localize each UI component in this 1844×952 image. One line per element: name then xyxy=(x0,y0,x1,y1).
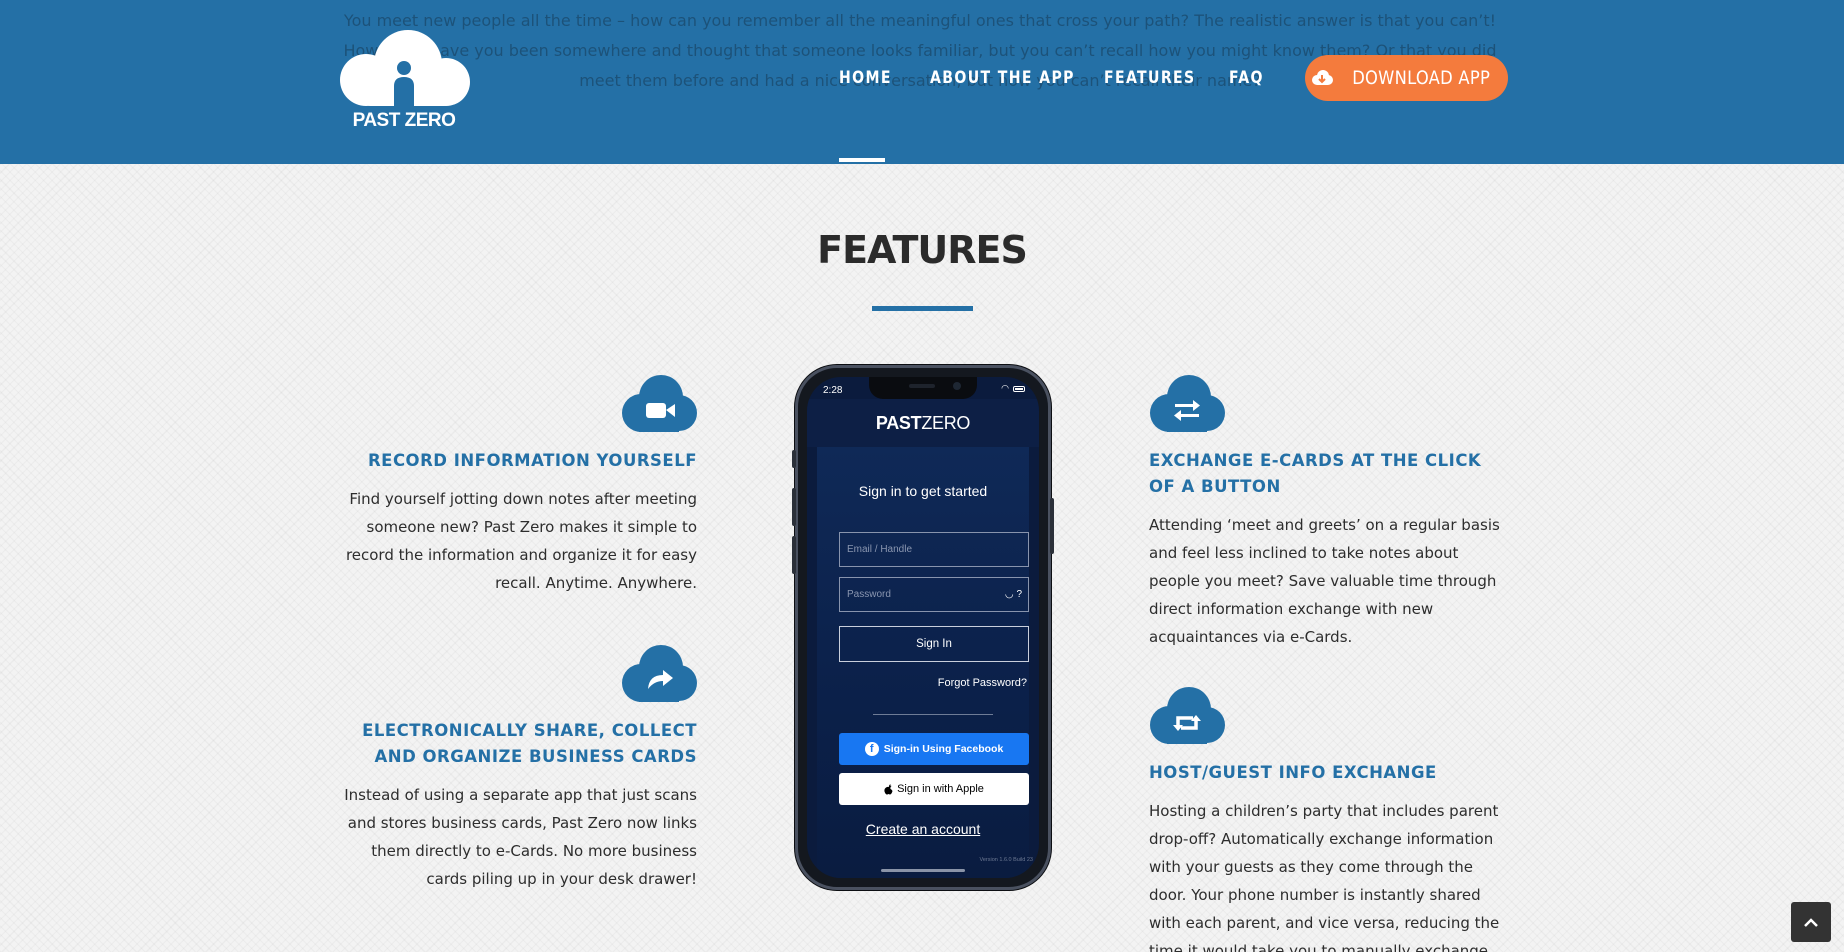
sign-in-button[interactable]: Sign In xyxy=(839,626,1029,662)
feature-description: Find yourself jotting down notes after m… xyxy=(345,490,697,592)
facebook-signin-button[interactable]: f Sign-in Using Facebook xyxy=(839,733,1029,765)
feature-host-guest-exchange: HOST/GUEST INFO EXCHANGE Hosting a child… xyxy=(1149,687,1504,952)
exchange-arrows-icon xyxy=(1149,375,1225,433)
facebook-signin-label: Sign-in Using Facebook xyxy=(883,743,1004,755)
app-header: PAST ZERO xyxy=(807,399,1039,447)
apple-signin-label: Sign in with Apple xyxy=(897,783,984,795)
section-title: FEATURES xyxy=(817,228,1028,272)
feature-description: Hosting a children’s party that includes… xyxy=(1149,802,1500,952)
phone-mute-switch xyxy=(792,450,796,468)
scroll-to-top-button[interactable] xyxy=(1791,902,1831,942)
password-placeholder: Password xyxy=(847,589,891,600)
download-app-label: DOWNLOAD APP xyxy=(1352,67,1491,89)
phone-volume-down xyxy=(792,536,796,574)
status-indicators: ◠ xyxy=(1001,384,1025,394)
app-body xyxy=(817,447,1029,878)
feature-title: RECORD INFORMATION YOURSELF xyxy=(367,451,697,470)
phone-notch xyxy=(869,377,977,399)
feature-title: EXCHANGE E-CARDS AT THE CLICK OF A BUTTO… xyxy=(1149,451,1482,496)
email-field[interactable]: Email / Handle xyxy=(839,532,1029,567)
site-logo[interactable]: PAST ZERO xyxy=(336,30,472,134)
app-name-light: ZERO xyxy=(921,412,971,433)
cloud-download-icon xyxy=(1312,70,1334,85)
feature-title: ELECTRONICALLY SHARE, COLLECT AND ORGANI… xyxy=(362,721,697,766)
chevron-up-icon xyxy=(1804,918,1818,927)
feature-description: Instead of using a separate app that jus… xyxy=(344,786,697,888)
feature-description: Attending ‘meet and greets’ on a regular… xyxy=(1149,516,1500,646)
phone-camera xyxy=(953,382,961,390)
divider xyxy=(873,714,993,715)
video-camera-icon xyxy=(621,375,697,433)
feature-exchange-ecards: EXCHANGE E-CARDS AT THE CLICK OF A BUTTO… xyxy=(1149,375,1504,651)
forgot-password-link[interactable]: Forgot Password? xyxy=(938,677,1027,689)
signin-title: Sign in to get started xyxy=(858,483,988,499)
apple-signin-button[interactable]: Sign in with Apple xyxy=(839,773,1029,805)
phone-volume-up xyxy=(792,488,796,526)
phone-power-button xyxy=(1050,498,1054,554)
phone-screen: 2:28 ◠ PAST ZERO Sign in to get started E… xyxy=(807,377,1039,878)
show-password-icon[interactable]: ◡ ? xyxy=(1005,589,1022,600)
nav-active-indicator xyxy=(839,158,885,162)
phone-mockup: 2:28 ◠ PAST ZERO Sign in to get started E… xyxy=(792,365,1054,890)
nav-item-home[interactable]: HOME xyxy=(839,68,892,88)
nav-item-features[interactable]: FEATURES xyxy=(1104,68,1196,88)
cloud-person-logo-icon xyxy=(340,30,470,110)
phone-speaker xyxy=(909,384,935,388)
retweet-icon xyxy=(1149,687,1225,745)
create-account-link[interactable]: Create an account xyxy=(807,821,1039,837)
apple-icon xyxy=(884,783,893,794)
feature-share-business-cards: ELECTRONICALLY SHARE, COLLECT AND ORGANI… xyxy=(342,645,697,893)
feature-record-information: RECORD INFORMATION YOURSELF Find yoursel… xyxy=(342,375,697,597)
home-indicator xyxy=(881,869,965,872)
battery-icon xyxy=(1013,386,1025,392)
password-help-icon[interactable]: ? xyxy=(1016,589,1022,600)
facebook-icon: f xyxy=(864,742,879,756)
nav-item-about-the-app[interactable]: ABOUT THE APP xyxy=(930,68,1075,88)
feature-title: HOST/GUEST INFO EXCHANGE xyxy=(1149,763,1437,782)
site-header: You meet new people all the time – how c… xyxy=(0,0,1844,164)
password-field[interactable]: Password ◡ ? xyxy=(839,577,1029,612)
app-version: Version 1.6.0 Build 23 xyxy=(979,857,1033,863)
title-divider xyxy=(872,306,973,311)
nav-item-faq[interactable]: FAQ xyxy=(1229,68,1264,88)
share-arrow-icon xyxy=(621,645,697,703)
logo-wordmark: PAST ZERO xyxy=(352,110,456,131)
download-app-button[interactable]: DOWNLOAD APP xyxy=(1305,55,1508,101)
app-name-bold: PAST xyxy=(875,412,922,433)
status-time: 2:28 xyxy=(823,385,843,396)
wifi-icon: ◠ xyxy=(1001,384,1009,394)
email-placeholder: Email / Handle xyxy=(847,544,913,555)
